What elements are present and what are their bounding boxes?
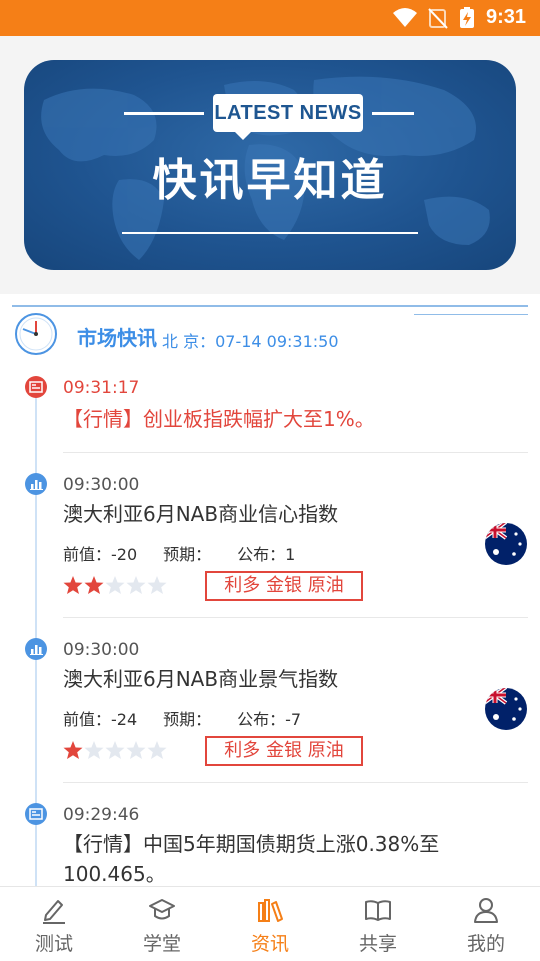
- nav-tab-test[interactable]: 测试: [0, 887, 108, 961]
- news-time: 09:30:00: [63, 640, 140, 660]
- importance-stars: [63, 741, 167, 759]
- impact-tag: 利多 金银 原油: [205, 571, 363, 601]
- news-item[interactable]: 09:31:17 【行情】创业板指跌幅扩大至1%。: [0, 376, 540, 452]
- news-text: 【行情】创业板指跌幅扩大至1%。: [63, 407, 375, 431]
- impact-tag: 利多 金银 原油: [205, 736, 363, 766]
- previous-value: 前值：-24: [63, 710, 138, 729]
- star-empty-icon: [105, 576, 125, 594]
- actual-value: 公布：1: [237, 545, 296, 564]
- star-empty-icon: [84, 741, 104, 759]
- news-time: 09:31:17: [63, 378, 140, 398]
- star-filled-icon: [63, 576, 83, 594]
- user-icon: [474, 898, 498, 923]
- star-empty-icon: [147, 741, 167, 759]
- banner-area: LATEST NEWS 快讯早知道: [0, 36, 540, 294]
- clock-icon: [15, 313, 57, 355]
- star-empty-icon: [147, 576, 167, 594]
- data-values: 前值：-24 预期： 公布：-7: [63, 706, 327, 730]
- banner-rule-bottom: [122, 232, 418, 234]
- banner-rule-right: [372, 112, 414, 115]
- news-item[interactable]: 09:29:46 【行情】中国5年期国债期货上涨0.38%至100.465。: [0, 803, 540, 889]
- data-chart-icon: [25, 473, 47, 495]
- nav-label: 资讯: [250, 933, 289, 955]
- news-banner[interactable]: LATEST NEWS 快讯早知道: [24, 60, 516, 270]
- nav-tab-me[interactable]: 我的: [432, 887, 540, 961]
- star-filled-icon: [63, 741, 83, 759]
- beijing-time: 北 京：07-14 09:31:50: [162, 332, 339, 351]
- nav-tab-share[interactable]: 共享: [324, 887, 432, 961]
- economic-data-item[interactable]: 09:30:00 澳大利亚6月NAB商业信心指数 前值：-20 预期： 公布：1 利…: [0, 473, 540, 617]
- banner-tagline: LATEST NEWS: [213, 94, 363, 140]
- previous-value: 前值：-20: [63, 545, 138, 564]
- nav-label: 学堂: [142, 933, 181, 955]
- books-icon: [258, 899, 283, 922]
- nav-label: 我的: [466, 933, 505, 955]
- graduation-cap-icon: [149, 899, 175, 920]
- nav-label: 共享: [358, 933, 397, 955]
- news-text: 澳大利亚6月NAB商业信心指数: [63, 502, 339, 526]
- no-signal-icon: [428, 8, 448, 29]
- banner-headline: 快讯早知道: [152, 155, 388, 206]
- star-empty-icon: [105, 741, 125, 759]
- item-separator: [63, 452, 528, 453]
- nav-label: 测试: [34, 933, 73, 955]
- pencil-icon: [43, 900, 65, 924]
- news-time: 09:29:46: [63, 805, 140, 825]
- nav-tab-school[interactable]: 学堂: [108, 887, 216, 961]
- market-news-header: 市场快讯 北 京：07-14 09:31:50: [14, 312, 534, 356]
- item-separator: [63, 617, 528, 618]
- star-empty-icon: [126, 576, 146, 594]
- australia-flag-icon: [485, 688, 527, 730]
- news-icon: [25, 376, 47, 398]
- forecast-value: 预期：: [163, 545, 212, 564]
- forecast-value: 预期：: [163, 710, 212, 729]
- economic-data-item[interactable]: 09:30:00 澳大利亚6月NAB商业景气指数 前值：-24 预期： 公布：-7 …: [0, 638, 540, 782]
- star-empty-icon: [126, 741, 146, 759]
- importance-stars: [63, 576, 167, 594]
- data-values: 前值：-20 预期： 公布：1: [63, 541, 321, 565]
- australia-flag-icon: [485, 523, 527, 565]
- star-filled-icon: [84, 576, 104, 594]
- battery-charging-icon: [460, 7, 474, 28]
- status-time: 9:31: [485, 6, 526, 28]
- market-news-title: 市场快讯: [77, 326, 157, 350]
- actual-value: 公布：-7: [237, 710, 302, 729]
- news-icon: [25, 803, 47, 825]
- status-bar: 9:31: [0, 0, 540, 36]
- open-book-icon: [365, 900, 391, 921]
- wifi-icon: [393, 8, 417, 27]
- news-time: 09:30:00: [63, 475, 140, 495]
- banner-rule-left: [124, 112, 204, 115]
- news-text: 澳大利亚6月NAB商业景气指数: [63, 667, 339, 691]
- data-chart-icon: [25, 638, 47, 660]
- news-text: 【行情】中国5年期国债期货上涨0.38%至100.465。: [63, 832, 440, 886]
- bottom-navigation: 测试 学堂 资讯 共享 我的: [0, 886, 540, 960]
- item-separator: [63, 782, 528, 783]
- section-divider: [12, 305, 528, 307]
- nav-tab-news[interactable]: 资讯: [216, 887, 324, 961]
